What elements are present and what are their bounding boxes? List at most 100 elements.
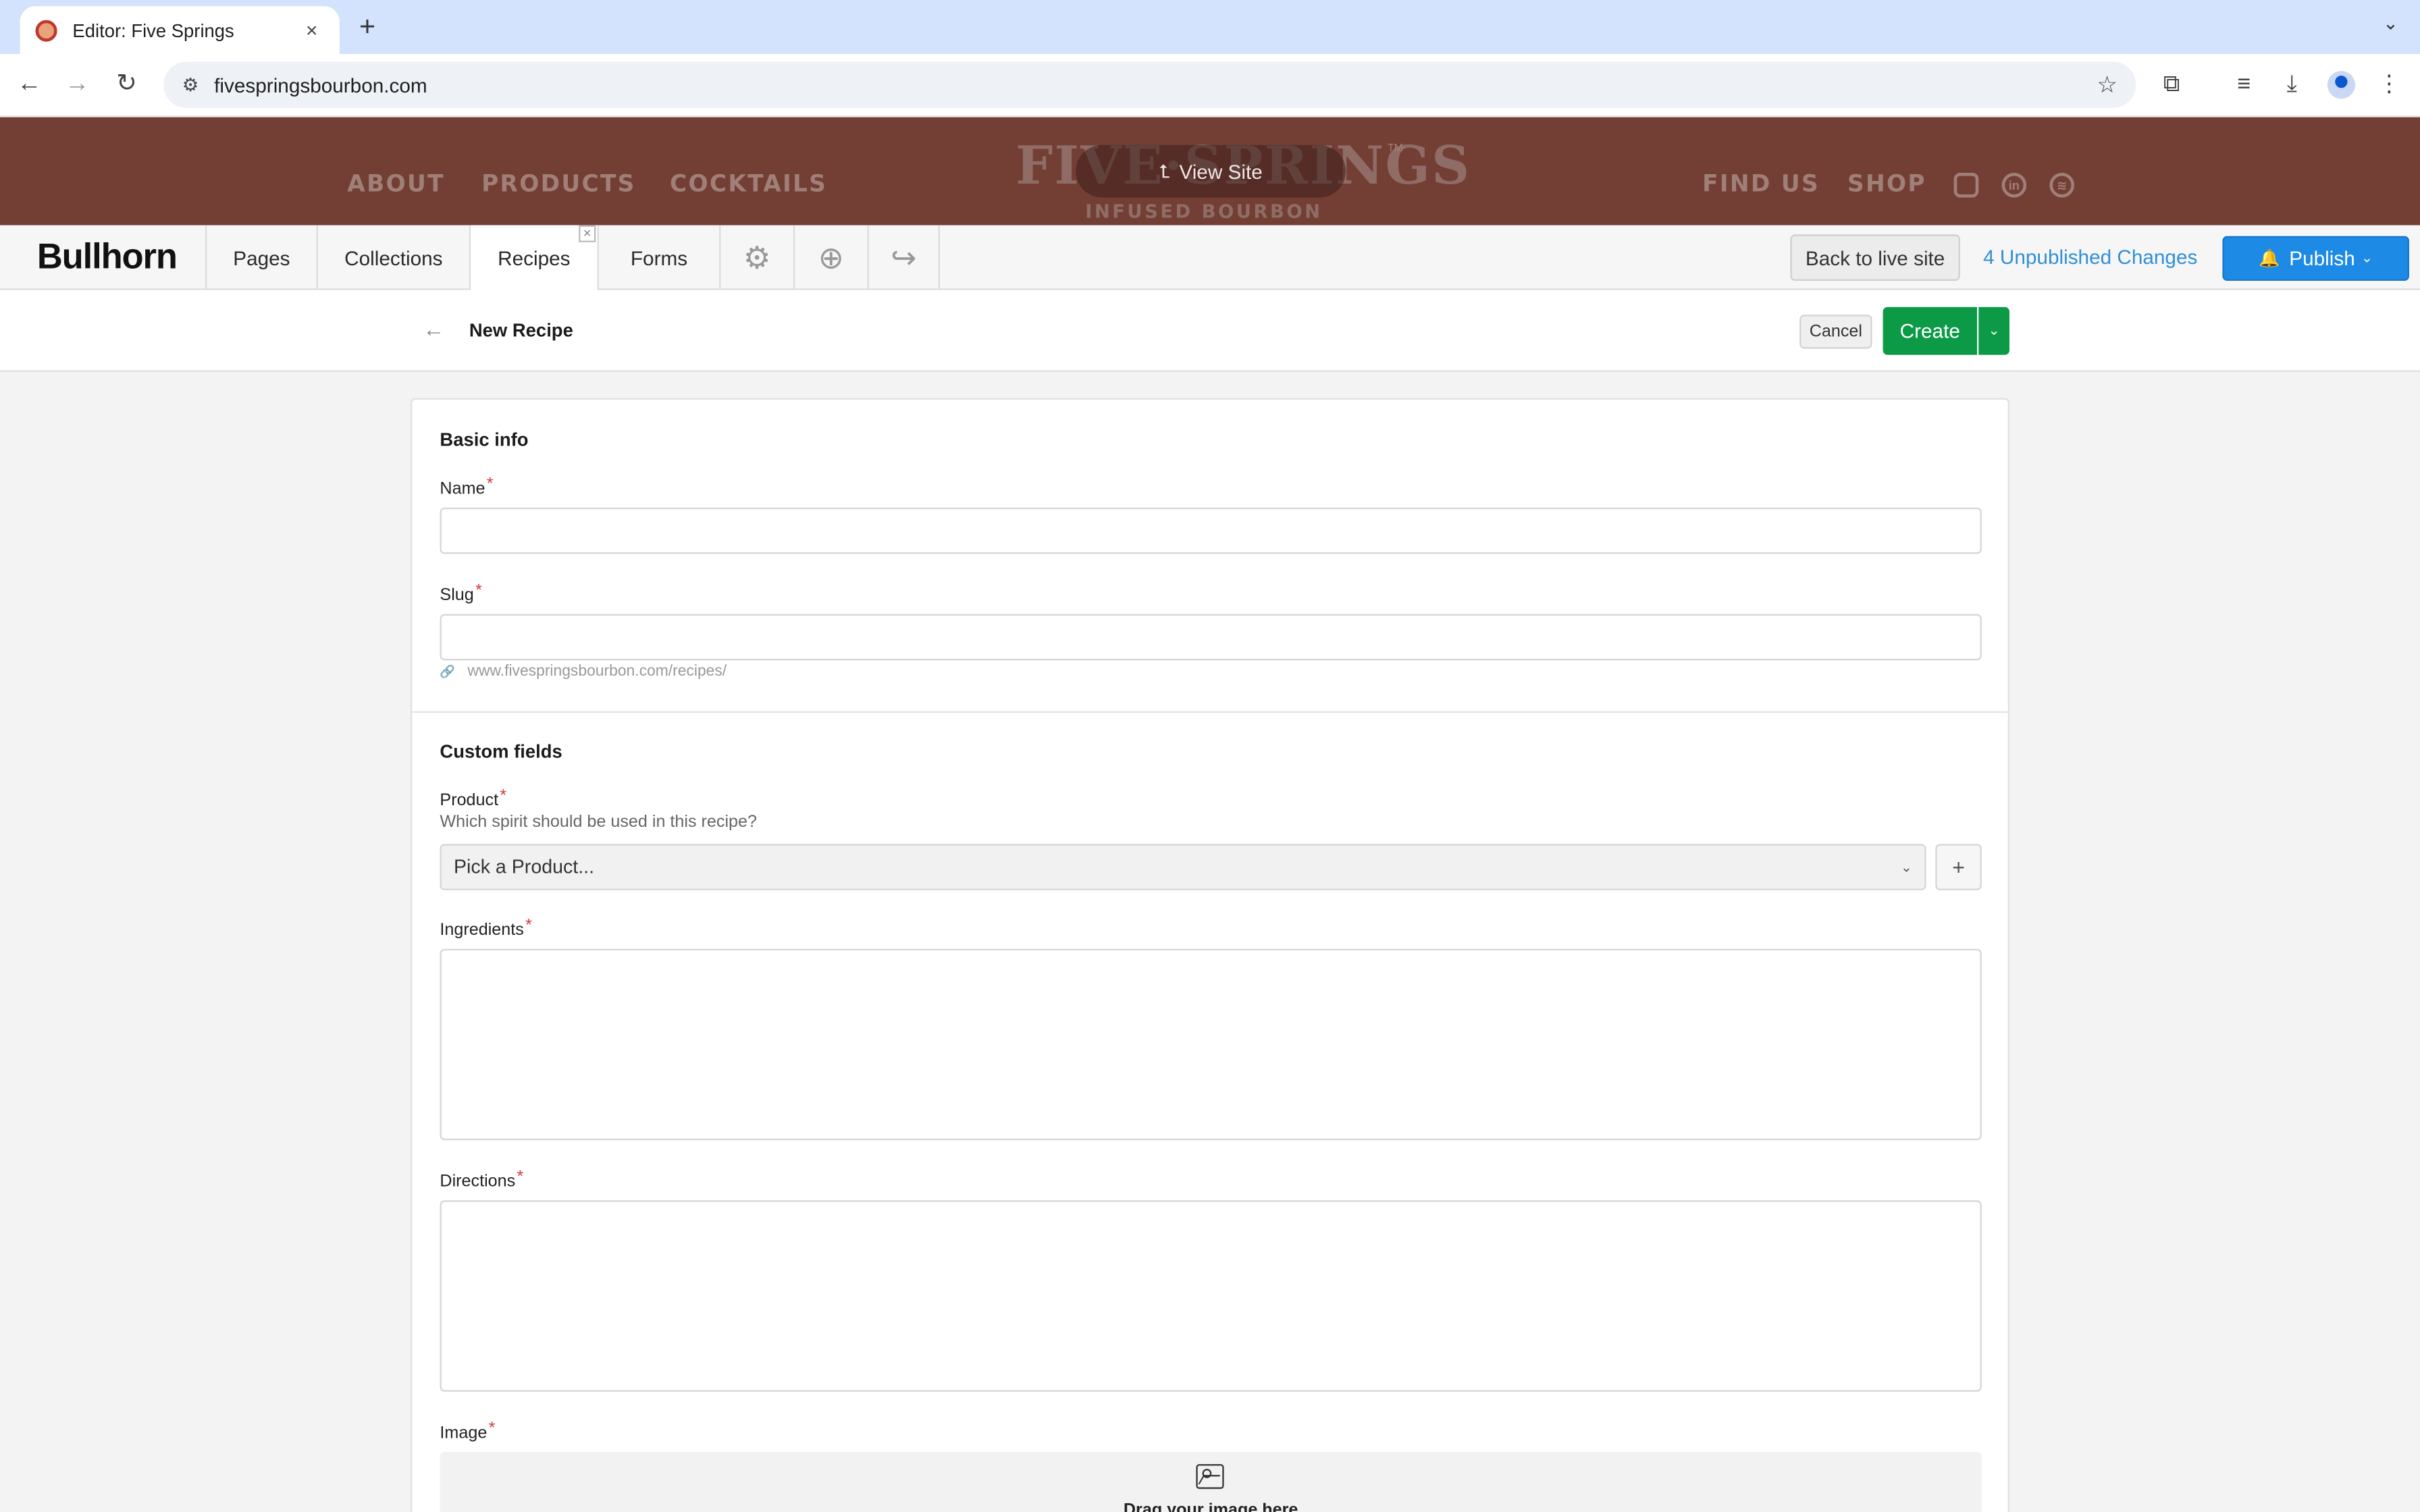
close-tab-x-icon[interactable]: × [579,225,596,242]
tab-collections[interactable]: Collections [316,225,469,290]
site-nav-cocktails[interactable]: COCKTAILS [670,169,827,197]
dropzone-text: Drag your image here [1123,1501,1298,1512]
help-icon: ⊕ [818,241,844,275]
download-icon[interactable]: ⤓ [2276,71,2307,99]
bookmark-star-icon[interactable]: ☆ [2097,71,2118,99]
name-label: Name * [440,475,493,498]
view-site-label: View Site [1179,159,1263,183]
image-icon [1196,1464,1224,1489]
site-nav-shop[interactable]: SHOP [1847,169,1926,197]
gear-icon: ⚙ [743,241,771,275]
chevron-down-icon: ⌄ [2361,250,2373,266]
close-tab-icon[interactable]: × [299,18,324,41]
favicon-icon [35,19,57,41]
product-label: Product * [440,787,506,810]
share-icon: ↪ [891,241,917,275]
brand-logo: Bullhorn [36,236,178,277]
arrow-up-icon: ⮤ [1159,159,1170,182]
tab-search-chevron-icon[interactable]: ⌄ [2383,12,2398,34]
spotify-icon[interactable]: ≋ [2049,172,2074,198]
chevron-down-icon: ⌄ [1900,858,1912,874]
site-logo-subtitle: INFUSED BOURBON [1085,200,1323,223]
instagram-icon[interactable] [1953,172,1979,198]
browser-tab-strip: Editor: Five Springs × + ⌄ [0,0,2420,54]
linkedin-icon[interactable]: in [2001,172,2027,198]
required-mark: * [525,916,532,936]
address-bar[interactable]: ⚙ fivespringsbourbon.com ☆ [163,61,2136,108]
tab-recipes-label: Recipes [498,246,571,270]
directions-label-text: Directions [440,1172,516,1191]
create-button[interactable]: Create [1883,306,1977,355]
tab-collections-label: Collections [344,246,443,269]
ingredients-label: Ingredients * [440,917,532,940]
url-text: fivespringsbourbon.com [214,73,427,97]
tab-help[interactable]: ⊕ [793,225,868,290]
back-icon[interactable]: ← [14,70,45,101]
editor-toolbar: Bullhorn Pages Collections Recipes × For… [0,225,2420,292]
view-site-button[interactable]: ⮤ View Site [1076,144,1346,198]
add-product-button[interactable]: + [1935,844,1982,890]
ingredients-label-text: Ingredients [440,921,524,940]
image-label-text: Image [440,1424,488,1443]
new-tab-button[interactable]: + [353,11,381,43]
tab-share[interactable]: ↪ [867,225,940,290]
back-arrow-icon[interactable]: ← [423,317,444,342]
name-label-text: Name [440,479,485,499]
required-mark: * [488,1419,496,1438]
publish-button[interactable]: 🔔 Publish ⌄ [2222,236,2409,281]
required-mark: * [486,475,494,494]
site-nav-products[interactable]: PRODUCTS [481,169,636,197]
page-subheader: ← New Recipe Cancel Create ⌄ [0,290,2420,372]
required-mark: * [500,786,507,806]
reload-icon[interactable]: ↻ [111,70,142,101]
back-to-live-site-button[interactable]: Back to live site [1790,234,1960,281]
section-divider [412,711,2008,713]
site-nav-about[interactable]: ABOUT [347,169,444,197]
slug-label-text: Slug [440,586,474,605]
image-dropzone[interactable]: Drag your image here [440,1451,1982,1512]
site-nav-find-us[interactable]: FIND US [1702,169,1820,197]
required-mark: * [475,581,482,601]
ingredients-textarea[interactable] [440,948,1982,1141]
media-controls-icon[interactable]: ≡ [2229,71,2260,99]
tab-pages-label: Pages [233,246,290,269]
extensions-icon[interactable]: ⧉ [2156,71,2187,99]
forward-icon[interactable]: → [61,70,93,101]
site-header-preview: ABOUT PRODUCTS COCKTAILS FIVE·SPRINGS IN… [0,117,2420,225]
product-select[interactable]: Pick a Product... ⌄ [440,844,1926,890]
image-label: Image * [440,1420,495,1442]
directions-label: Directions * [440,1168,523,1191]
menu-kebab-icon[interactable]: ⋮ [2373,71,2404,99]
tab-recipes[interactable]: Recipes × [469,225,598,292]
slug-url-hint: 🔗 www.fivespringsbourbon.com/recipes/ [440,664,727,680]
product-select-value: Pick a Product... [453,856,595,878]
site-info-icon[interactable]: ⚙ [182,74,199,96]
logo-trademark: TM [1387,143,1403,155]
custom-fields-heading: Custom fields [440,740,562,763]
tab-pages[interactable]: Pages [205,225,317,290]
unpublished-changes-link[interactable]: 4 Unpublished Changes [1983,245,2197,268]
basic-info-heading: Basic info [440,429,529,451]
tab-title: Editor: Five Springs [72,19,234,41]
link-icon: 🔗 [440,665,456,679]
directions-textarea[interactable] [440,1200,1982,1392]
create-options-chevron-icon[interactable]: ⌄ [1978,306,2009,355]
page-title: New Recipe [469,319,573,342]
tab-forms[interactable]: Forms [597,225,720,290]
slug-input[interactable] [440,614,1982,661]
recipe-form-card: Basic info Name * Slug * 🔗 www.fivespringsb… [410,398,2009,1512]
name-input[interactable] [440,507,1982,554]
product-label-text: Product [440,791,499,810]
required-mark: * [517,1168,524,1187]
cancel-button[interactable]: Cancel [1799,315,1872,349]
profile-avatar-icon[interactable] [2327,71,2355,99]
product-help-text: Which spirit should be used in this reci… [440,813,758,832]
screen: Editor: Five Springs × + ⌄ ← → ↻ ⚙ fives… [0,0,2420,1512]
tab-settings[interactable]: ⚙ [719,225,793,290]
slug-url-text: www.fivespringsbourbon.com/recipes/ [467,663,727,680]
publish-label: Publish [2289,246,2355,270]
tab-forms-label: Forms [630,246,688,269]
browser-tab[interactable]: Editor: Five Springs × [20,6,340,54]
browser-toolbar: ← → ↻ ⚙ fivespringsbourbon.com ☆ ⧉ ≡ ⤓ ⋮ [0,53,2420,117]
slug-label: Slug * [440,582,481,605]
